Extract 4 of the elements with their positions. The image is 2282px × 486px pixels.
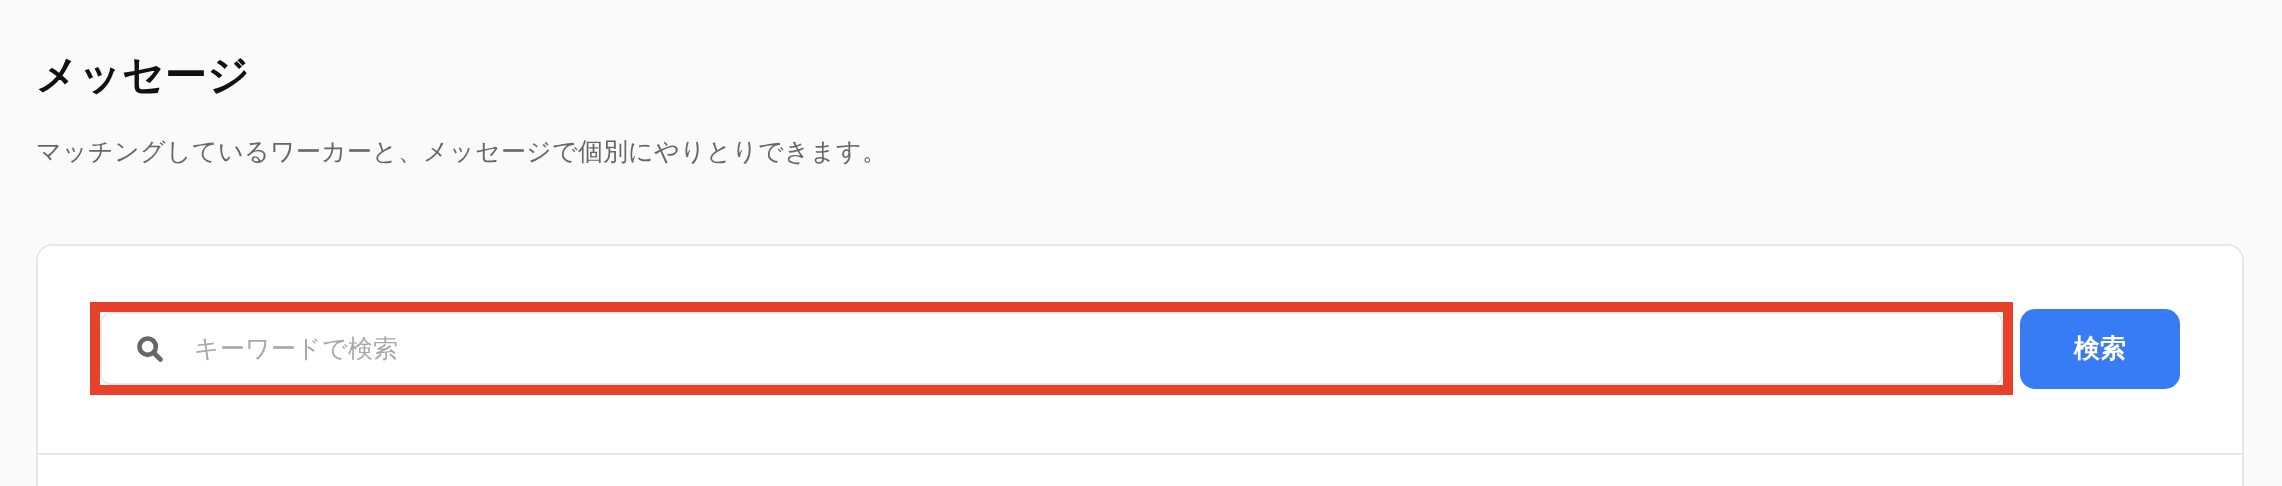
page-title: メッセージ bbox=[36, 49, 251, 101]
search-field[interactable]: キーワードで検索 bbox=[100, 312, 2003, 385]
search-button[interactable]: 検索 bbox=[2020, 308, 2180, 389]
page-description: マッチングしているワーカーと、メッセージで個別にやりとりできます。 bbox=[36, 136, 888, 168]
